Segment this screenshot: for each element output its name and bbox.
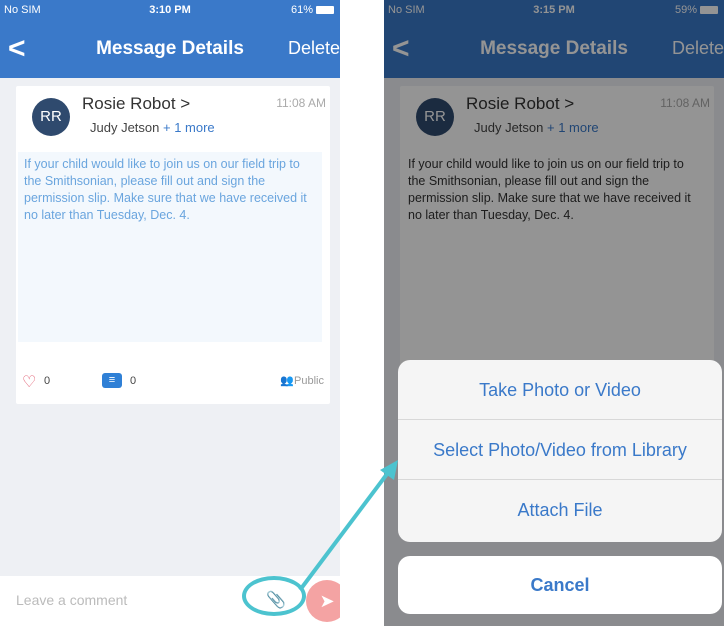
callout-arrow	[298, 460, 398, 592]
